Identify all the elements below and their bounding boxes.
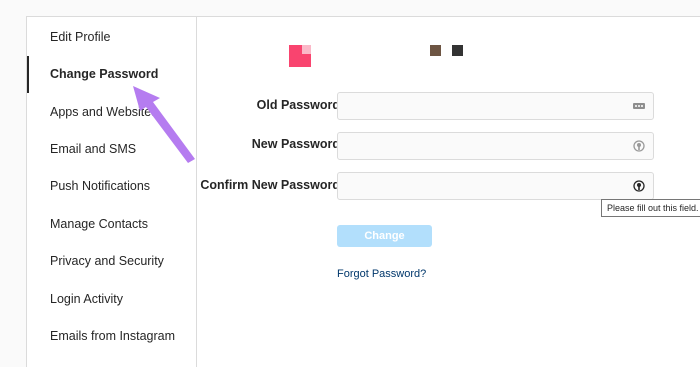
- sidebar-item-emails-from-instagram[interactable]: Emails from Instagram: [27, 318, 196, 355]
- sidebar-item-manage-contacts[interactable]: Manage Contacts: [27, 206, 196, 243]
- sidebar-item-edit-profile[interactable]: Edit Profile: [27, 19, 196, 56]
- confirm-password-label: Confirm New Password: [200, 178, 340, 192]
- sidebar-item-apps-and-websites[interactable]: Apps and Websites: [27, 94, 196, 131]
- settings-sidebar: Edit Profile Change Password Apps and We…: [27, 17, 197, 367]
- forgot-password-link[interactable]: Forgot Password?: [337, 268, 426, 280]
- sidebar-item-privacy-and-security[interactable]: Privacy and Security: [27, 243, 196, 280]
- change-password-button[interactable]: Change Password: [337, 225, 432, 264]
- avatar: [289, 45, 311, 67]
- settings-page: Edit Profile Change Password Apps and We…: [26, 16, 700, 367]
- sidebar-item-login-activity[interactable]: Login Activity: [27, 281, 196, 318]
- new-password-label: New Password: [251, 137, 340, 151]
- confirm-password-field[interactable]: [337, 172, 654, 200]
- password-manager-icon[interactable]: [633, 180, 645, 192]
- dots-icon[interactable]: [633, 100, 645, 112]
- sidebar-item-email-and-sms[interactable]: Email and SMS: [27, 131, 196, 168]
- old-password-label: Old Password: [256, 98, 340, 112]
- sidebar-item-push-notifications[interactable]: Push Notifications: [27, 168, 196, 205]
- sidebar-item-change-password[interactable]: Change Password: [27, 56, 196, 93]
- redacted-username-block: [430, 45, 441, 56]
- old-password-field[interactable]: [337, 92, 654, 120]
- validation-tooltip: Please fill out this field.: [601, 199, 700, 217]
- password-manager-icon[interactable]: [633, 140, 645, 152]
- redacted-username-block: [452, 45, 463, 56]
- change-password-panel: Old Password New Password Confirm New Pa…: [197, 17, 700, 367]
- new-password-field[interactable]: [337, 132, 654, 160]
